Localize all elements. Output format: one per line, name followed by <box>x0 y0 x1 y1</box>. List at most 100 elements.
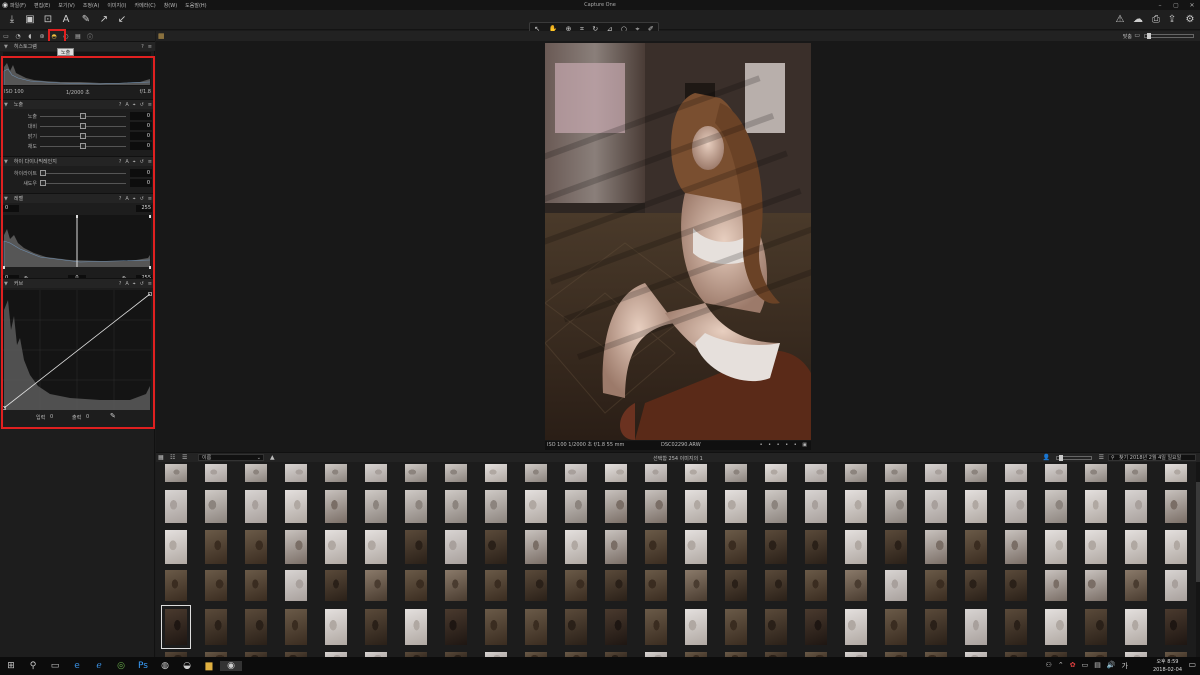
apply-arrow-icon[interactable]: ↗ <box>96 13 112 27</box>
lens-tab-icon[interactable]: ◖ <box>24 33 36 40</box>
browser-scrollbar[interactable] <box>1196 462 1200 657</box>
thumbnail[interactable] <box>805 570 827 601</box>
thumbnail[interactable] <box>925 464 947 482</box>
thumbnail[interactable] <box>485 530 507 564</box>
thumbnail[interactable] <box>885 570 907 601</box>
thumbnail[interactable] <box>965 570 987 601</box>
thumbnail[interactable] <box>1005 609 1027 645</box>
tray-app-icon[interactable]: ✿ <box>1070 661 1076 671</box>
thumbnail[interactable] <box>765 530 787 564</box>
thumbnail[interactable] <box>1125 464 1147 482</box>
help-icon[interactable]: ? <box>141 44 144 50</box>
slider-value-input[interactable]: 0 <box>130 169 152 177</box>
thumbnail[interactable] <box>1125 490 1147 523</box>
thumbnail[interactable] <box>845 609 867 645</box>
thumbnail[interactable] <box>285 490 307 523</box>
layers-tab-icon[interactable]: ▤ <box>72 33 84 40</box>
thumbnail[interactable] <box>925 530 947 564</box>
thumbnail[interactable] <box>285 570 307 601</box>
thumbnail[interactable] <box>1165 609 1187 645</box>
help-icon[interactable]: ? <box>119 196 122 202</box>
volume-icon[interactable]: 🔊 <box>1107 661 1116 671</box>
slider-handle[interactable] <box>80 143 86 149</box>
thumbnail[interactable] <box>1085 609 1107 645</box>
thumbnail[interactable] <box>285 530 307 564</box>
thumbnail[interactable] <box>645 609 667 645</box>
thumbnail[interactable] <box>725 530 747 564</box>
color-tab-icon[interactable]: ⊛ <box>36 33 48 40</box>
thumbnail[interactable] <box>365 464 387 482</box>
exposure-tab-icon[interactable]: ◓ <box>48 33 60 40</box>
more-icon[interactable]: ≡ <box>148 196 152 202</box>
zoom-slider[interactable] <box>1144 33 1194 39</box>
thumbnail[interactable] <box>485 609 507 645</box>
search-icon[interactable]: ⚲ <box>22 661 44 671</box>
thumbnail[interactable] <box>325 609 347 645</box>
tray-icon-2[interactable]: ▤ <box>1094 661 1101 671</box>
thumbnail[interactable] <box>325 570 347 601</box>
thumbnail[interactable] <box>1045 464 1067 482</box>
thumbnail[interactable] <box>1125 530 1147 564</box>
slider-track[interactable] <box>40 183 126 184</box>
thumbnail[interactable] <box>685 570 707 601</box>
thumbnail[interactable] <box>405 570 427 601</box>
histogram-header[interactable]: ▼ 히스토그램 ? ≡ <box>0 42 155 51</box>
thumbnail[interactable] <box>1005 570 1027 601</box>
text-icon[interactable]: A <box>58 13 74 27</box>
user-icon[interactable]: 👤 <box>1043 454 1050 461</box>
app-icon-1[interactable]: ◍ <box>154 661 176 671</box>
slider-handle[interactable] <box>80 133 86 139</box>
fit-icon[interactable]: ▭ <box>1134 32 1140 39</box>
slider-value-input[interactable]: 0 <box>130 179 152 187</box>
thumbnail[interactable] <box>285 464 307 482</box>
thumbnail[interactable] <box>325 490 347 523</box>
task-view-icon[interactable]: ▭ <box>44 661 66 671</box>
minimize-icon[interactable]: – <box>1152 2 1168 9</box>
slider-handle[interactable] <box>80 123 86 129</box>
thumbnail[interactable] <box>205 570 227 601</box>
thumbnail[interactable] <box>245 570 267 601</box>
warning-icon[interactable]: ⚠ <box>1112 13 1128 27</box>
thumbnail[interactable] <box>245 490 267 523</box>
thumbnail[interactable] <box>925 570 947 601</box>
more-icon[interactable]: ≡ <box>148 102 152 108</box>
thumbnail[interactable] <box>525 570 547 601</box>
proof-icon[interactable]: ☁ <box>1130 13 1146 27</box>
more-icon[interactable]: ≡ <box>148 281 152 287</box>
thumbnail[interactable] <box>445 570 467 601</box>
picker-icon[interactable]: ⌖ <box>133 102 136 108</box>
thumbnail[interactable] <box>805 609 827 645</box>
thumbnail[interactable] <box>445 490 467 523</box>
thumbnail[interactable] <box>1165 530 1187 564</box>
thumbnail[interactable] <box>1085 530 1107 564</box>
curve-header[interactable]: ▼ 커브 ? A ⌖ ↺ ≡ <box>0 279 155 288</box>
thumbnail[interactable] <box>965 530 987 564</box>
thumbnail[interactable] <box>605 464 627 482</box>
thumbnail[interactable] <box>245 464 267 482</box>
language-icon[interactable]: 가 <box>1122 661 1128 671</box>
settings-icon[interactable]: ⚙ <box>1182 13 1198 27</box>
thumbnail[interactable] <box>1005 464 1027 482</box>
thumbnail[interactable] <box>965 609 987 645</box>
thumbnail[interactable] <box>245 609 267 645</box>
thumbnail[interactable] <box>845 490 867 523</box>
auto-icon[interactable]: A <box>125 159 128 165</box>
thumbnail[interactable] <box>365 490 387 523</box>
thumbnail[interactable] <box>165 490 187 523</box>
thumbnail[interactable] <box>1085 464 1107 482</box>
thumbnail[interactable] <box>205 490 227 523</box>
thumbnail[interactable] <box>765 490 787 523</box>
thumbnail[interactable] <box>845 570 867 601</box>
hdr-header[interactable]: ▼ 하이 다이나믹레인지 ? A ⌖ ↺ ≡ <box>0 157 155 166</box>
thumbnail[interactable] <box>525 464 547 482</box>
metadata-tab-icon[interactable]: ⓘ <box>84 32 96 41</box>
thumbnail[interactable] <box>445 609 467 645</box>
thumbnail[interactable] <box>1125 609 1147 645</box>
thumbnail[interactable] <box>885 530 907 564</box>
thumbnail[interactable] <box>725 609 747 645</box>
export-icon[interactable]: ⇪ <box>1164 13 1180 27</box>
thumbnail[interactable] <box>685 530 707 564</box>
import-icon[interactable]: ⤓ <box>4 13 20 27</box>
thumbnail[interactable] <box>405 609 427 645</box>
notification-icon[interactable]: ▭ <box>1188 660 1196 669</box>
